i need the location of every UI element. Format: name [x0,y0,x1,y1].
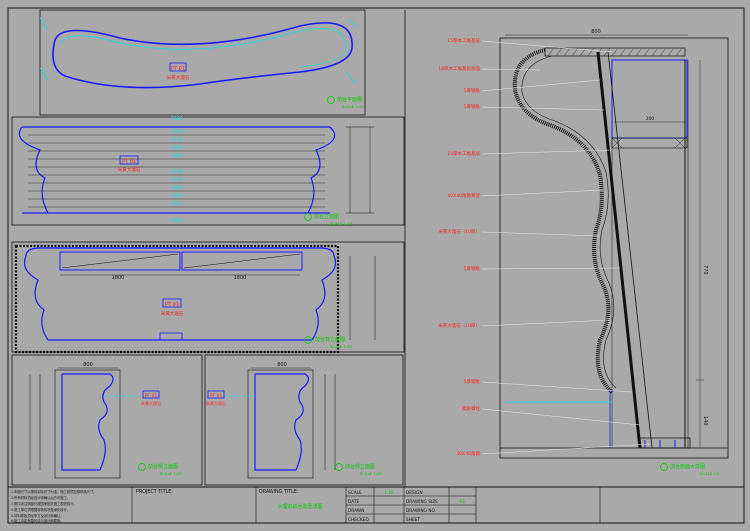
dim-label: 2600 [171,116,183,122]
dim-label: 1800 [112,275,125,281]
material-name: 米黄大理石 [206,400,226,406]
material-name: 米黄大理石 [118,166,141,173]
material-name: 米黄大理石 [141,400,161,406]
dim-label: 2134 [171,137,183,143]
section-label: 5厚钢板 [464,378,481,385]
section-label: 膨胀螺栓 [462,405,480,412]
section-label: 5厚钢板 [464,87,481,94]
note-line: 6.施工中如有疑问请与设计师联系。 [11,518,64,523]
dim-label: 5000 [171,218,183,224]
drawing-title-label: DRAWING TITLE: [259,489,299,495]
view-marker-icon [327,96,335,104]
note-line: 4.施工单位须根据现场情况做深化设计。 [11,507,70,512]
view-title: 前台立面图 [314,213,339,220]
view-scale: SCALE 1:20 [160,471,182,476]
note-line: 2.所有材料须经设计师确认后方可施工。 [11,495,70,500]
dim-label: 800 [83,362,93,368]
dim-label: 200 [646,116,655,122]
title-block: 1.本图尺寸以现场实际尺寸为准，施工前须复核现场尺寸。 2.所有材料须经设计师确… [11,487,601,523]
section-label: 18厚木工板基层加强 [438,65,480,72]
view-scale: SCALE 1:20 [330,221,352,226]
dim-label: 2230 [171,177,183,183]
dim-label: 800 [277,362,287,368]
material-tag: PT 01 [210,393,223,399]
sheet-label: SHEET [406,517,420,523]
note-line: 1.本图尺寸以现场实际尺寸为准，施工前须复核现场尺寸。 [11,489,97,494]
material-tag: PT 01 [145,393,158,399]
back-elevation-view: 1800 1800 PT 01 米黄大理石 前台背立面图 SCALE 1:20 [11,241,405,354]
section-label: 40X40角钢骨架 [447,192,480,199]
section-detail-view: 800 200 770 140 15厚木工板基层 18厚木工板基层加强 5厚钢板… [438,29,729,476]
material-name: 米黄大理石 [167,74,190,81]
drawing-no-label: DRAWING NO. [406,508,436,514]
view-scale: SCALE 1:20 [330,344,352,349]
view-scale: SCALE 1:20 [342,104,364,109]
dim-label: 2000 [171,145,183,151]
dim-label: 800 [591,29,601,35]
view-scale: SCALE 1:5 [700,471,720,476]
drawing-title-value: 大理石前台造型详图 [277,503,322,510]
material-name: 米黄大理石 [161,310,184,317]
view-title: 前台侧立面图 [345,463,375,470]
material-tag: PT 01 [165,302,179,308]
scale-label: SCALE [348,490,362,496]
section-label: 15厚木工板基层 [447,37,480,44]
view-scale: SCALE 1:20 [360,471,382,476]
drawing-size-label: DRAWING SIZE [406,499,438,505]
section-label: 米黄大理石（10厚） [438,228,480,235]
drawing-sheet: PT 01 米黄大理石 前台平面图 SCALE 1:20 2600 2550 2… [7,7,745,524]
drawn-label: DRAWN [348,508,364,514]
view-title: 前台剖面大样图 [670,463,705,470]
dim-label: 1800 [171,185,183,191]
dim-label: 140 [702,416,708,426]
dim-label: 1800 [234,275,247,281]
note-line: 3.图中未注明部分按国家相关施工规范执行。 [11,501,77,506]
design-label: DESIGN [406,490,423,496]
front-elevation-view: 2600 2550 2134 2000 1800 2648 2230 1800 … [11,116,405,226]
section-label: 40X40角钢 [456,450,480,457]
date-label: DATE [348,499,359,505]
scale-value: 1:20 [385,490,394,495]
note-line: 5.材料样板须经甲方及设计师确认。 [11,513,64,518]
section-label: 15厚木工板基层 [447,150,480,157]
section-label: 5厚钢板 [464,265,481,272]
dim-label: 2643 [171,201,183,207]
section-label: 米黄大理石（10厚） [438,322,480,329]
dim-label: 2550 [171,129,183,135]
material-tag: PT 01 [122,159,136,165]
view-title: 前台背立面图 [315,336,345,343]
material-tag: PT 01 [171,66,185,72]
view-title: 前台平面图 [337,96,362,103]
project-title-label: PROJECT TITLE: [136,489,173,495]
view-title: 前台侧立面图 [148,463,178,470]
top-plan-view: PT 01 米黄大理石 前台平面图 SCALE 1:20 [39,9,366,116]
side-elevation-right: 800 PT 01 米黄大理石 前台侧立面图 SCALE 1:20 [204,354,404,486]
sheet-frame [7,7,745,524]
dim-label: 2648 [171,169,183,175]
drawing-size-value: A3 [459,499,465,504]
dim-label: 770 [702,265,708,275]
dim-label: 2000 [171,193,183,199]
section-label: 5厚钢板 [464,103,481,110]
dim-label: 1800 [171,153,183,159]
side-elevation-left: 800 PT 01 米黄大理石 前台侧立面图 SCALE 1:20 [11,354,203,486]
checked-label: CHECKED [348,517,369,523]
